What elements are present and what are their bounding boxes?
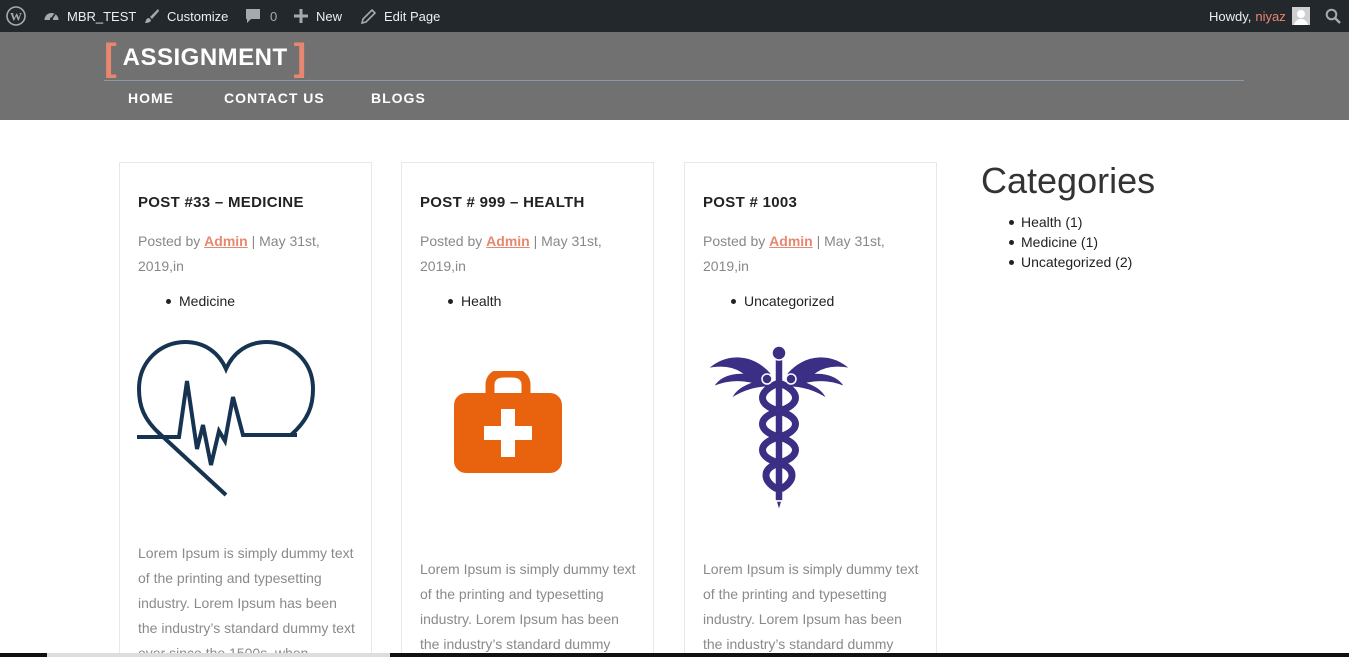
- edit-page-label: Edit Page: [384, 8, 441, 24]
- post-meta: Posted by Admin | May 31st, 2019,in: [138, 229, 353, 279]
- post-category: Uncategorized: [731, 293, 834, 309]
- nav-contact-us[interactable]: CONTACT US: [224, 90, 325, 106]
- plus-icon: [294, 9, 308, 23]
- howdy-label: Howdy,: [1209, 8, 1252, 24]
- wordpress-logo-icon[interactable]: W: [6, 0, 26, 32]
- author-link[interactable]: Admin: [486, 233, 530, 249]
- author-link[interactable]: Admin: [769, 233, 813, 249]
- bullet-icon: [1009, 239, 1014, 245]
- pencil-icon: [361, 8, 376, 24]
- post-title[interactable]: POST # 1003: [703, 194, 797, 211]
- bullet-icon: [1009, 259, 1014, 265]
- comments-count: 0: [270, 8, 278, 24]
- logo-bracket-close: ]: [293, 37, 307, 79]
- posted-by-label: Posted by: [138, 233, 201, 249]
- bullet-icon: [448, 298, 453, 304]
- post-excerpt: Lorem Ipsum is simply dummy text of the …: [420, 561, 636, 652]
- category-item-health[interactable]: Health (1): [1009, 212, 1132, 232]
- nav-home[interactable]: HOME: [128, 90, 174, 106]
- category-label[interactable]: Health (1): [1021, 214, 1082, 230]
- site-logo[interactable]: [ ASSIGNMENT ]: [104, 37, 307, 79]
- header-divider: [104, 80, 1244, 81]
- scrollbar-thumb[interactable]: [47, 653, 390, 657]
- post-category: Medicine: [166, 293, 235, 309]
- bullet-icon: [731, 298, 736, 304]
- nav-blogs[interactable]: BLOGS: [371, 90, 426, 106]
- category-link[interactable]: Uncategorized: [744, 293, 834, 309]
- category-item-medicine[interactable]: Medicine (1): [1009, 232, 1132, 252]
- posted-by-label: Posted by: [420, 233, 483, 249]
- avatar: [1291, 7, 1310, 25]
- dashboard-icon: [43, 8, 60, 25]
- user-name: niyaz: [1255, 8, 1286, 24]
- brush-icon: [144, 8, 160, 24]
- first-aid-kit-icon: [454, 368, 562, 478]
- post-card: POST # 1003 Posted by Admin | May 31st, …: [684, 162, 937, 657]
- author-link[interactable]: Admin: [204, 233, 248, 249]
- bullet-icon: [166, 298, 171, 304]
- categories-heading: Categories: [981, 160, 1156, 201]
- caduceus-icon: [704, 343, 854, 518]
- site-name-label: MBR_TEST: [67, 8, 137, 24]
- heart-pulse-icon: [136, 339, 316, 504]
- new-content-menu[interactable]: New: [294, 0, 342, 32]
- category-label[interactable]: Medicine (1): [1021, 234, 1098, 250]
- post-meta: Posted by Admin | May 31st, 2019,in: [703, 229, 918, 279]
- my-account-menu[interactable]: Howdy, niyaz: [1209, 0, 1310, 32]
- bullet-icon: [1009, 219, 1014, 225]
- post-card: POST # 999 – HEALTH Posted by Admin | Ma…: [401, 162, 654, 657]
- new-label: New: [316, 8, 343, 24]
- admin-bar: W MBR_TEST Customize 0 New Edit Page How…: [0, 0, 1349, 32]
- post-excerpt: Lorem Ipsum is simply dummy text of the …: [138, 545, 355, 657]
- post-card: POST #33 – MEDICINE Posted by Admin | Ma…: [119, 162, 372, 657]
- logo-bracket-open: [: [104, 37, 117, 79]
- logo-text: ASSIGNMENT: [122, 44, 288, 71]
- site-name-menu[interactable]: MBR_TEST: [43, 0, 136, 32]
- comments-menu[interactable]: 0: [245, 0, 277, 32]
- posted-by-label: Posted by: [703, 233, 766, 249]
- categories-list: Health (1) Medicine (1) Uncategorized (2…: [1009, 212, 1132, 272]
- comment-icon: [245, 8, 261, 24]
- post-title[interactable]: POST # 999 – HEALTH: [420, 194, 585, 211]
- post-title[interactable]: POST #33 – MEDICINE: [138, 194, 304, 211]
- category-item-uncategorized[interactable]: Uncategorized (2): [1009, 252, 1132, 272]
- post-meta: Posted by Admin | May 31st, 2019,in: [420, 229, 635, 279]
- site-header: [ ASSIGNMENT ] HOME CONTACT US BLOGS: [0, 32, 1349, 120]
- category-link[interactable]: Health: [461, 293, 501, 309]
- post-category: Health: [448, 293, 501, 309]
- customize-label: Customize: [167, 8, 229, 24]
- post-excerpt: Lorem Ipsum is simply dummy text of the …: [703, 561, 919, 652]
- svg-text:W: W: [10, 10, 22, 24]
- edit-page-link[interactable]: Edit Page: [361, 0, 440, 32]
- category-label[interactable]: Uncategorized (2): [1021, 254, 1132, 270]
- customize-menu[interactable]: Customize: [144, 0, 228, 32]
- category-link[interactable]: Medicine: [179, 293, 235, 309]
- horizontal-scrollbar[interactable]: [0, 653, 1349, 657]
- search-icon[interactable]: [1325, 0, 1341, 32]
